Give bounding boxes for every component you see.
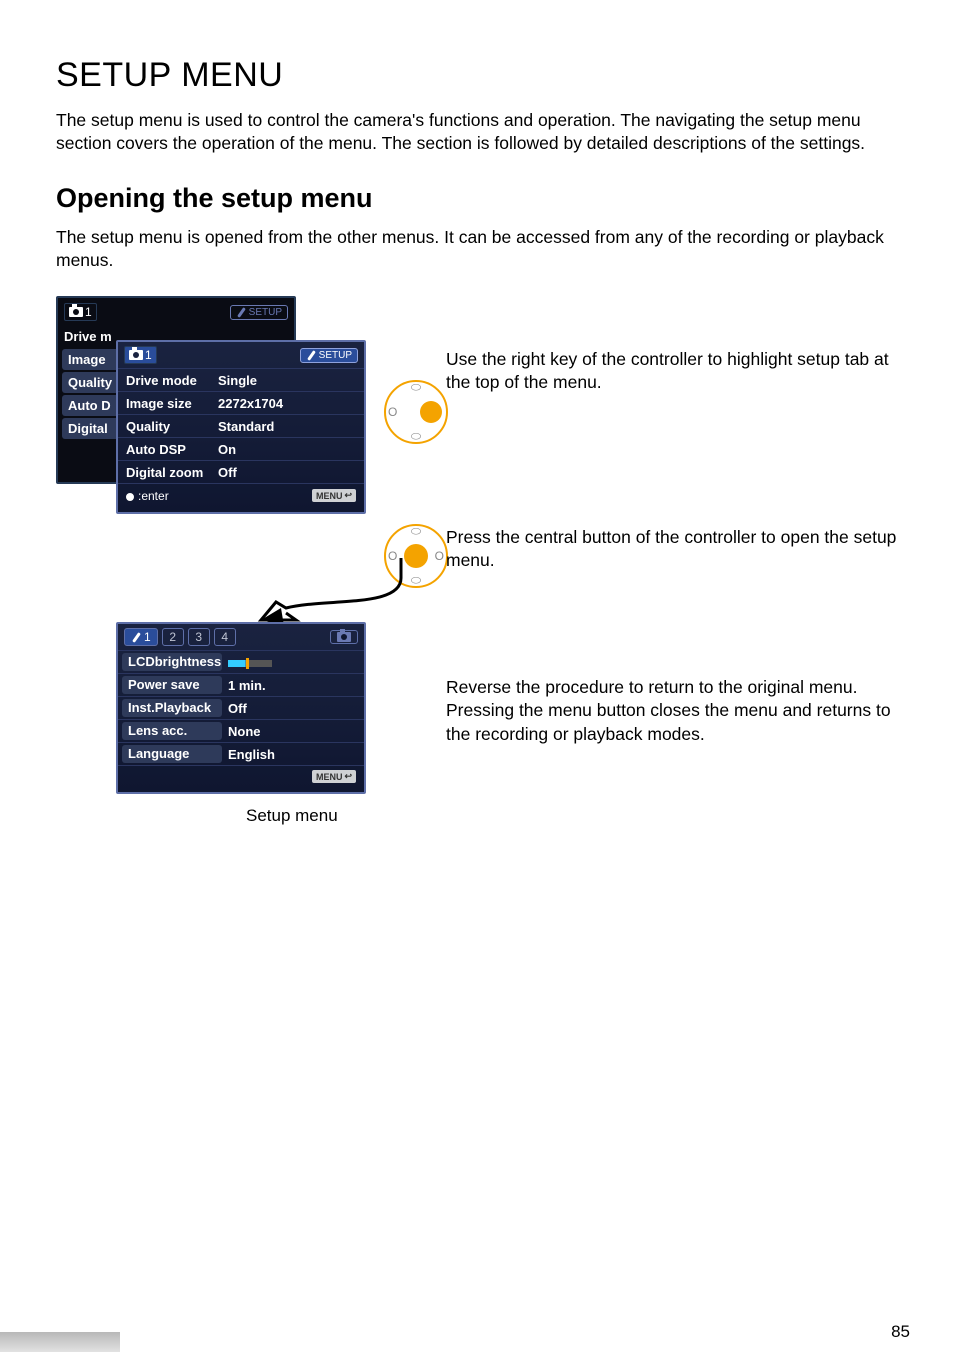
menu-value: 2272x1704 [218,396,283,411]
tab-number: 1 [145,348,152,362]
setup-tab-camera [330,630,358,644]
setup-row: Lens acc. None [118,719,364,742]
menu-value: None [228,724,356,739]
wrench-icon [236,307,247,318]
setup-tab-2: 2 [162,628,184,646]
menu-chip: MENU ↩ [312,770,356,783]
menu-key: Quality [126,419,218,434]
menu-key: Power save [122,676,222,694]
oval-icon: ⬭ [411,524,421,539]
setup-tab-3: 3 [188,628,210,646]
explain-center-button: Press the central button of the controll… [446,526,906,572]
setup-row: LCDbrightness [118,650,364,673]
camera-tab-back: 1 [64,303,97,321]
menu-row: Auto DSPOn [118,437,364,460]
setup-tab-1: 1 [124,628,158,646]
camera-icon [129,350,143,360]
tab-number: 1 [85,305,92,319]
sub-intro-paragraph: The setup menu is opened from the other … [56,226,898,272]
right-key-highlight [420,401,442,423]
wrench-icon [306,350,317,361]
menu-value: Off [228,701,356,716]
setup-menu: 1 2 3 4 LCDbrightness Power save 1 min. I… [116,622,366,794]
o-mark: O [435,549,444,563]
page-title: SETUP MENU [56,56,898,95]
menu-key: Lens acc. [122,722,222,740]
page-number: 85 [891,1322,910,1342]
setup-row: Language English [118,742,364,765]
oval-icon: ⬭ [411,429,421,444]
brightness-slider-icon [228,660,272,667]
controller-right-key: ⬭ ⬭ O [384,380,448,444]
menu-value: Standard [218,419,274,434]
setup-row: Inst.Playback Off [118,696,364,719]
menu-key: Auto DSP [126,442,218,457]
explain-right-key: Use the right key of the controller to h… [446,348,906,394]
explain-reverse: Reverse the procedure to return to the o… [446,676,906,745]
menu-key: Image size [126,396,218,411]
setup-tag-label: SETUP [319,350,352,361]
menu-value: On [218,442,236,457]
menu-key: Language [122,745,222,763]
menu-value [228,655,356,670]
camera-icon [69,307,83,317]
menu-key: Inst.Playback [122,699,222,717]
intro-paragraph: The setup menu is used to control the ca… [56,109,898,155]
footer-gradient-bar [0,1332,120,1352]
oval-icon: ⬭ [411,573,421,588]
menu-value: English [228,747,356,762]
controller-center-button: ⬭ ⬭ O O [384,524,448,588]
setup-tag-label: SETUP [249,307,282,318]
menu-value: 1 min. [228,678,356,693]
setup-menu-caption: Setup menu [246,806,338,826]
setup-tab-4: 4 [214,628,236,646]
setup-tag-highlighted: SETUP [300,348,358,363]
camera-tab-front: 1 [124,346,157,364]
setup-row: Power save 1 min. [118,673,364,696]
oval-icon: ⬭ [411,380,421,395]
menu-row: Image size2272x1704 [118,391,364,414]
center-highlight [404,544,428,568]
menu-key: Drive mode [126,373,218,388]
wrench-icon [131,632,142,643]
return-icon: ↩ [344,490,352,501]
o-mark: O [388,549,397,563]
enter-hint: :enter [126,489,169,503]
menu-value: Off [218,465,237,480]
menu-row: Digital zoomOff [118,460,364,483]
return-icon: ↩ [344,771,352,782]
o-mark: O [388,405,397,419]
menu-row: Drive modeSingle [118,368,364,391]
menu-value: Single [218,373,257,388]
menu-chip: MENU ↩ [312,489,356,502]
setup-tag-back: SETUP [230,305,288,320]
camera-icon [337,632,351,642]
menu-row: QualityStandard [118,414,364,437]
menu-key: Digital zoom [126,465,218,480]
menu-key: LCDbrightness [122,653,222,671]
recording-menu-front: 1 SETUP Drive modeSingle Image size2272x… [116,340,366,514]
section-subtitle: Opening the setup menu [56,183,898,214]
arrow-icon [206,558,406,628]
